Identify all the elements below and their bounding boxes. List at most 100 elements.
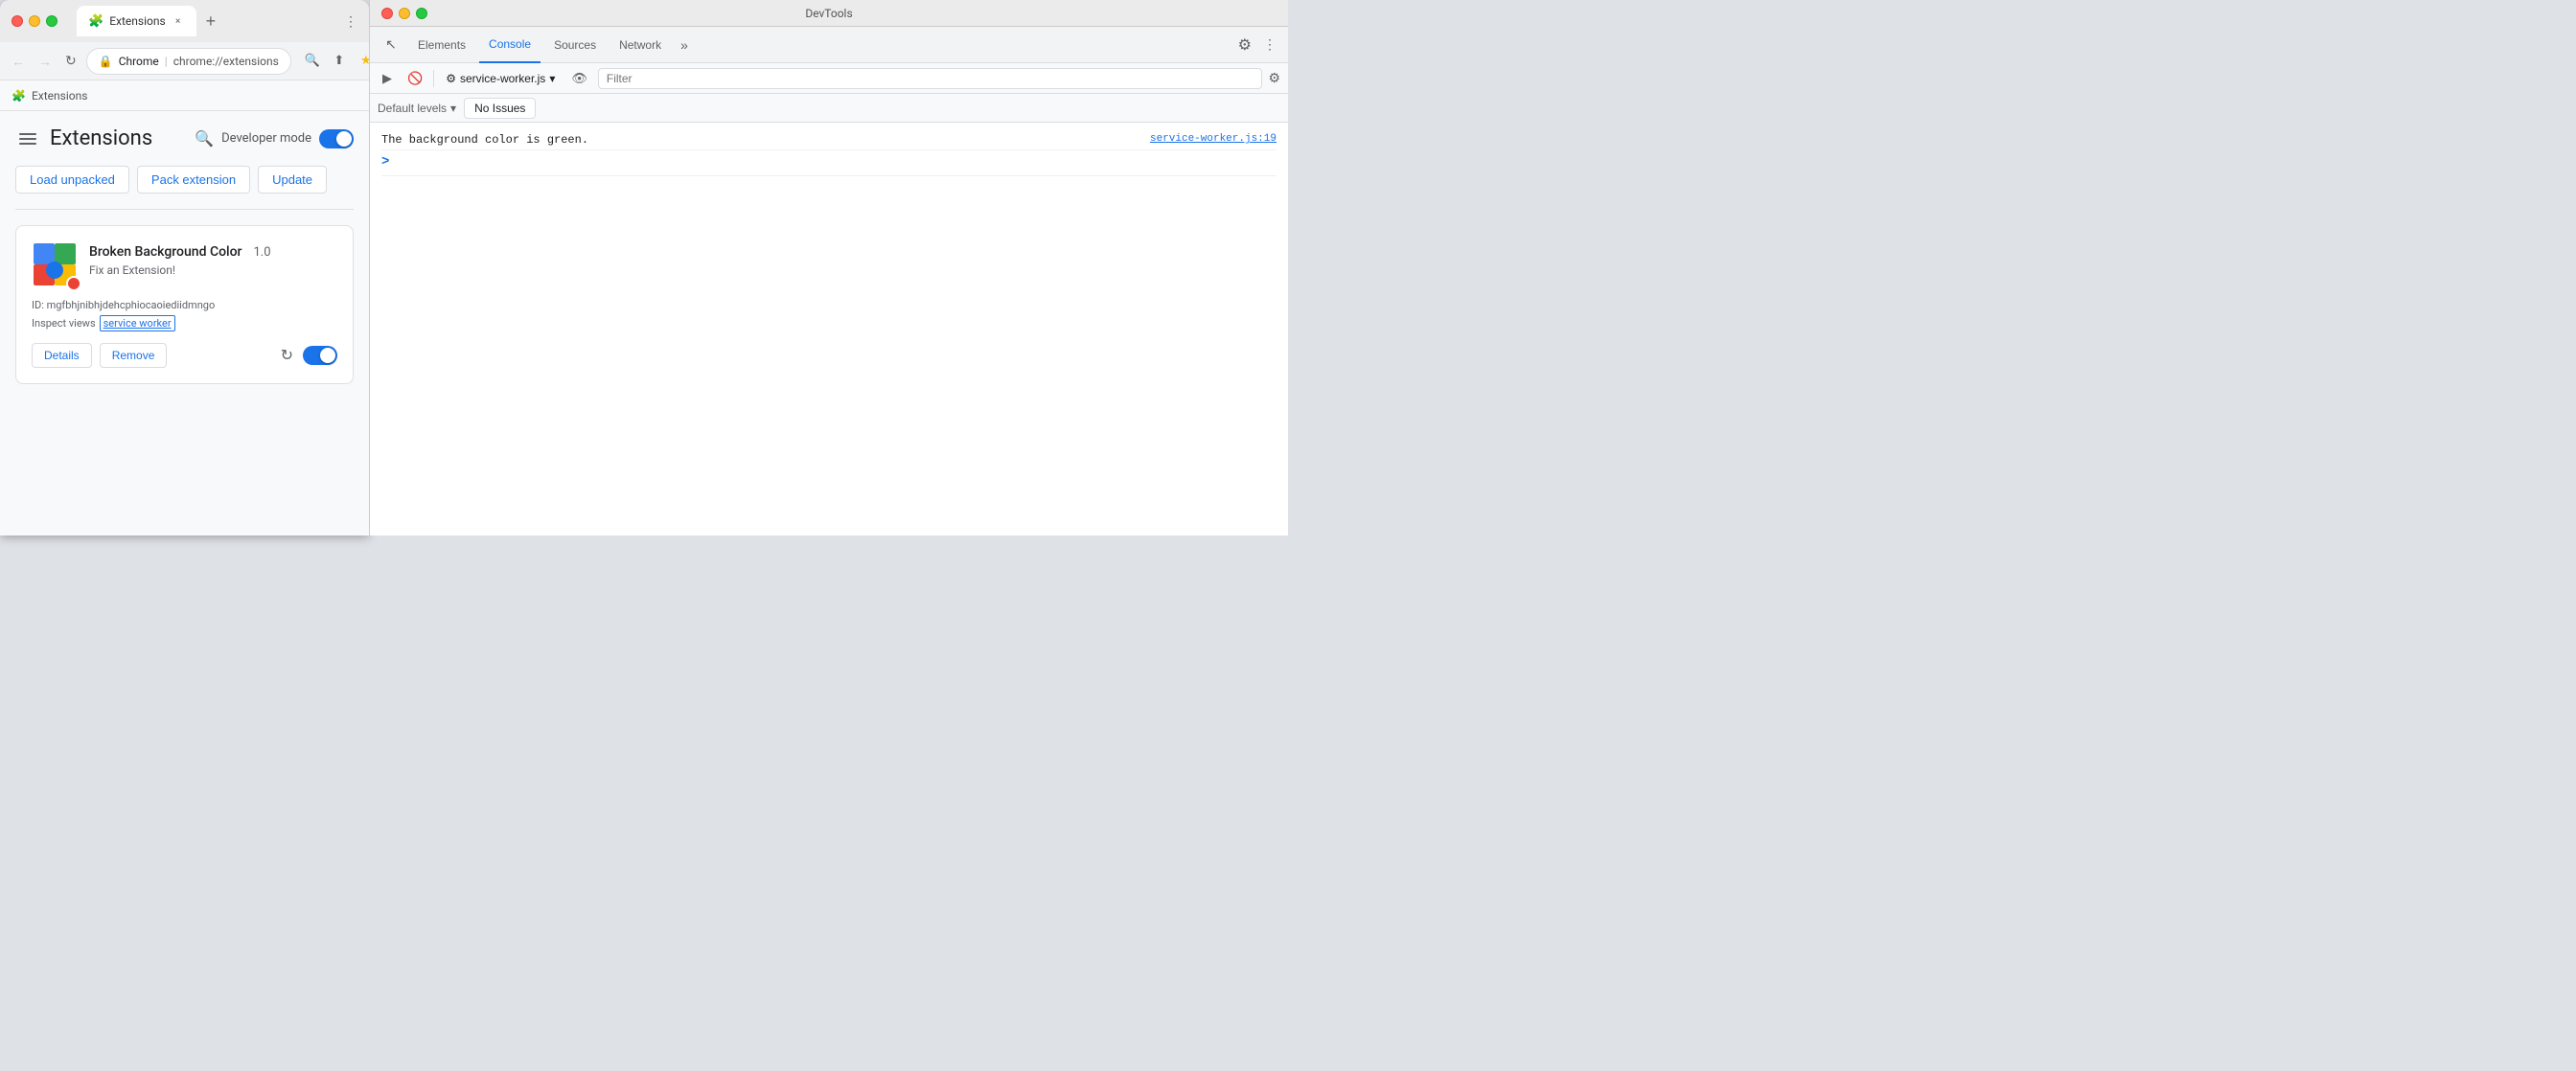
tab-label: Extensions bbox=[109, 14, 165, 28]
remove-button[interactable]: Remove bbox=[100, 343, 168, 368]
extension-action-buttons: Details Remove bbox=[32, 343, 167, 368]
levels-dropdown-icon: ▾ bbox=[450, 102, 456, 115]
breadcrumb-icon: 🧩 bbox=[12, 89, 26, 103]
extension-actions: Details Remove ↻ bbox=[32, 343, 337, 368]
devtools-menu-button[interactable]: ⋮ bbox=[1259, 33, 1280, 57]
toolbar-icons: 🔍 ⬆ ★ 🧩 📌 ▭ 👤 ⋮ bbox=[301, 50, 369, 73]
dev-mode-area: 🔍 Developer mode bbox=[195, 129, 354, 148]
source-dropdown-icon: ▾ bbox=[549, 72, 555, 85]
tab-network[interactable]: Network bbox=[610, 27, 671, 63]
back-button[interactable]: ← bbox=[8, 50, 29, 73]
extension-error-badge bbox=[66, 276, 81, 291]
tab-elements[interactable]: Elements bbox=[408, 27, 475, 63]
developer-mode-toggle[interactable] bbox=[319, 129, 354, 148]
url-path: chrome://extensions bbox=[173, 55, 279, 68]
console-source-link[interactable]: service-worker.js:19 bbox=[1150, 133, 1276, 145]
console-prompt-line: > bbox=[381, 150, 1276, 176]
address-bar: ← → ↻ 🔒 Chrome | chrome://extensions 🔍 ⬆… bbox=[0, 42, 369, 80]
inspect-label: Inspect views bbox=[32, 317, 96, 330]
no-issues-badge[interactable]: No Issues bbox=[464, 98, 536, 119]
console-output: The background color is green. service-w… bbox=[370, 123, 1288, 536]
eye-button[interactable]: 👁 bbox=[566, 68, 592, 89]
hamburger-menu-button[interactable] bbox=[15, 129, 40, 148]
traffic-lights bbox=[12, 15, 58, 27]
action-buttons: Load unpacked Pack extension Update bbox=[15, 166, 354, 210]
extensions-tab[interactable]: 🧩 Extensions × bbox=[77, 6, 196, 36]
chrome-window: 🧩 Extensions × + ⋮ ← → ↻ 🔒 Chrome | chro… bbox=[0, 0, 369, 536]
maximize-button[interactable] bbox=[46, 15, 58, 27]
ham-line-2 bbox=[19, 138, 36, 140]
extension-enable-toggle[interactable] bbox=[303, 346, 337, 365]
close-button[interactable] bbox=[12, 15, 23, 27]
extension-icon-area bbox=[32, 241, 78, 287]
url-separator: | bbox=[165, 55, 168, 68]
tab-close-button[interactable]: × bbox=[172, 14, 185, 28]
url-chrome-label: Chrome bbox=[119, 55, 159, 68]
extension-description: Fix an Extension! bbox=[89, 263, 337, 277]
share-icon[interactable]: ⬆ bbox=[328, 50, 351, 73]
console-toolbar: ▶ 🚫 ⚙ service-worker.js ▾ 👁 ⚙ bbox=[370, 63, 1288, 94]
tab-sources[interactable]: Sources bbox=[544, 27, 606, 63]
extension-version: 1.0 bbox=[253, 245, 270, 260]
extension-info: Broken Background Color 1.0 Fix an Exten… bbox=[89, 241, 337, 287]
pack-extension-button[interactable]: Pack extension bbox=[137, 166, 250, 194]
minimize-button[interactable] bbox=[29, 15, 40, 27]
new-tab-button[interactable]: + bbox=[200, 12, 222, 30]
url-secure-icon: 🔒 bbox=[99, 55, 113, 68]
source-selector[interactable]: ⚙ service-worker.js ▾ bbox=[440, 69, 561, 88]
clear-console-button[interactable]: ▶ bbox=[378, 68, 397, 89]
url-bar[interactable]: 🔒 Chrome | chrome://extensions bbox=[86, 48, 291, 75]
ham-line-3 bbox=[19, 143, 36, 145]
devtools-settings-button[interactable]: ⚙ bbox=[1234, 32, 1255, 58]
devtools-titlebar-inner: DevTools bbox=[370, 0, 1288, 26]
extension-top: Broken Background Color 1.0 Fix an Exten… bbox=[32, 241, 337, 287]
filter-input[interactable] bbox=[598, 68, 1263, 89]
levels-label: Default levels bbox=[378, 102, 447, 115]
devtools-title: DevTools bbox=[805, 7, 852, 20]
bookmark-icon[interactable]: ★ bbox=[355, 50, 369, 73]
zoom-icon[interactable]: 🔍 bbox=[301, 50, 324, 73]
devtools-minimize-button[interactable] bbox=[399, 8, 410, 19]
extension-card: Broken Background Color 1.0 Fix an Exten… bbox=[15, 225, 354, 384]
tab-console[interactable]: Console bbox=[479, 27, 540, 63]
source-file-label: service-worker.js bbox=[460, 72, 545, 85]
refresh-button[interactable]: ↻ bbox=[61, 50, 80, 73]
reload-extension-button[interactable]: ↻ bbox=[281, 346, 293, 365]
toolbar-divider bbox=[433, 70, 434, 87]
levels-bar: Default levels ▾ No Issues bbox=[370, 94, 1288, 123]
forward-button[interactable]: → bbox=[34, 50, 56, 73]
extension-id: ID: mgfbhjnibhjdehcphiocaoiediidmngo bbox=[32, 299, 337, 311]
dev-mode-label: Developer mode bbox=[221, 131, 311, 146]
source-icon: ⚙ bbox=[446, 72, 456, 85]
title-bar: 🧩 Extensions × + ⋮ bbox=[0, 0, 369, 42]
devtools-titlebar: DevTools bbox=[370, 0, 1288, 27]
search-button[interactable]: 🔍 bbox=[195, 129, 214, 148]
load-unpacked-button[interactable]: Load unpacked bbox=[15, 166, 129, 194]
console-settings-button[interactable]: ⚙ bbox=[1268, 70, 1280, 86]
devtools-close-button[interactable] bbox=[381, 8, 393, 19]
breadcrumb: 🧩 Extensions bbox=[0, 80, 369, 111]
puzzle-tab-icon: 🧩 bbox=[88, 14, 104, 29]
tab-menu-button[interactable]: ⋮ bbox=[344, 13, 357, 30]
service-worker-link[interactable]: service worker bbox=[100, 315, 175, 331]
console-prompt[interactable]: > bbox=[381, 153, 389, 172]
details-button[interactable]: Details bbox=[32, 343, 92, 368]
update-button[interactable]: Update bbox=[258, 166, 327, 194]
page-title: Extensions bbox=[50, 126, 152, 150]
inspector-cursor-button[interactable]: ↖ bbox=[378, 32, 404, 58]
extensions-content: Extensions 🔍 Developer mode Load unpacke… bbox=[0, 111, 369, 536]
ham-line-1 bbox=[19, 133, 36, 135]
breadcrumb-label: Extensions bbox=[32, 89, 87, 103]
inspect-views: Inspect views service worker bbox=[32, 315, 337, 331]
extension-name: Broken Background Color bbox=[89, 244, 242, 260]
default-levels-button[interactable]: Default levels ▾ bbox=[378, 102, 456, 115]
console-log-line: The background color is green. service-w… bbox=[381, 130, 1276, 150]
extensions-title-area: Extensions bbox=[15, 126, 152, 150]
devtools-maximize-button[interactable] bbox=[416, 8, 427, 19]
devtools-tabs: ↖ Elements Console Sources Network » ⚙ ⋮ bbox=[370, 27, 1288, 63]
console-message: The background color is green. bbox=[381, 133, 1142, 147]
devtools-traffic-lights bbox=[381, 8, 427, 19]
tab-bar: 🧩 Extensions × + ⋮ bbox=[77, 6, 357, 36]
no-entry-button[interactable]: 🚫 bbox=[402, 68, 427, 89]
more-tabs-button[interactable]: » bbox=[675, 34, 694, 57]
